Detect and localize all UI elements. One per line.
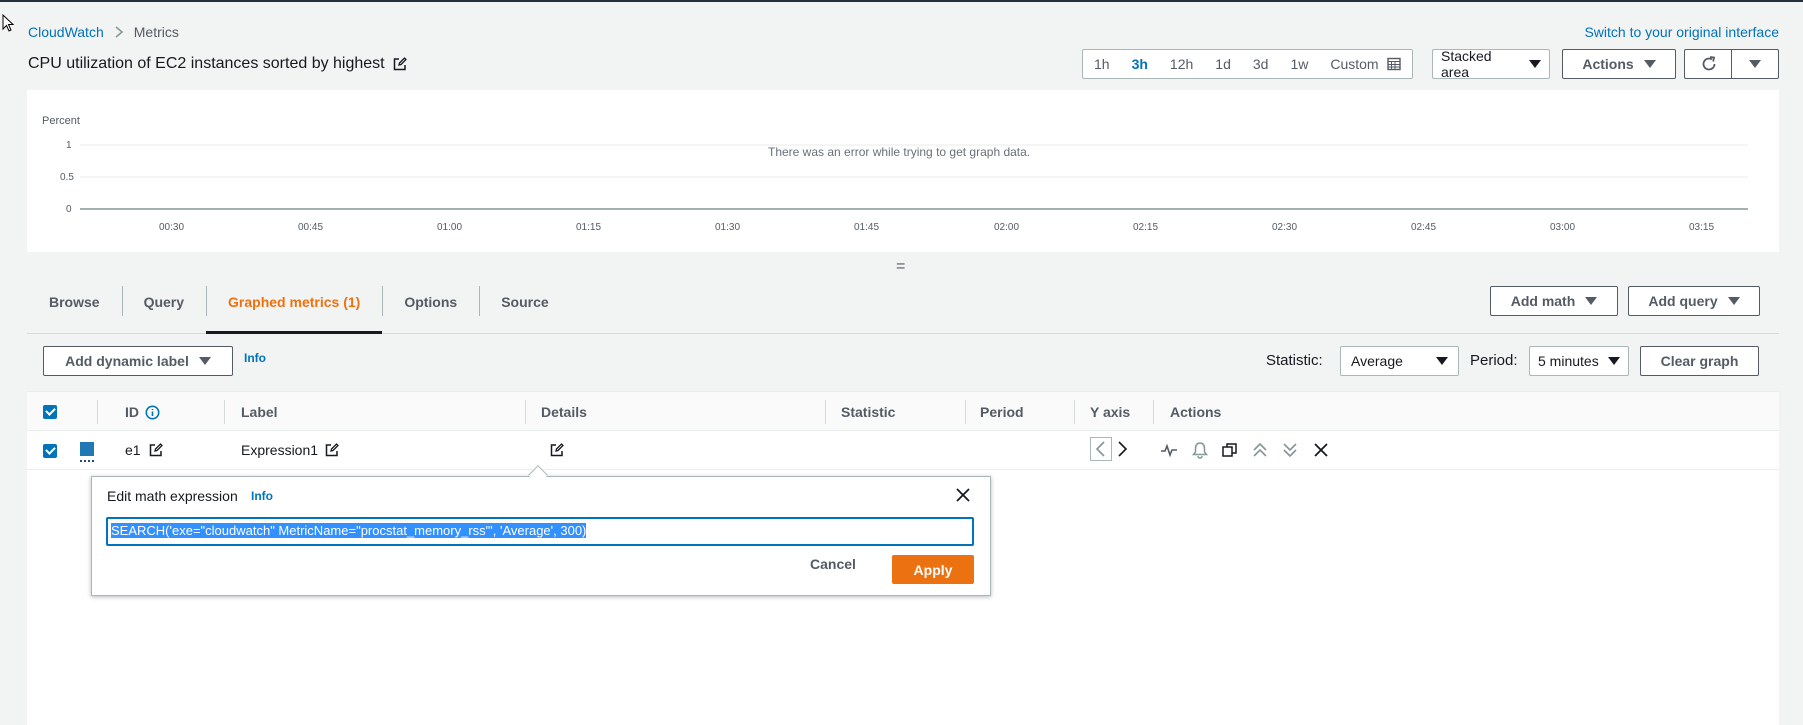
edit-details-icon[interactable]	[550, 443, 564, 457]
period-select[interactable]: 5 minutes	[1529, 346, 1629, 376]
column-header-period: Period	[980, 404, 1024, 420]
tab-graphed-metrics[interactable]: Graphed metrics (1)	[206, 272, 383, 334]
info-circle-icon[interactable]	[145, 405, 160, 420]
column-header-label: Label	[241, 404, 278, 420]
popover-title: Edit math expression	[107, 488, 238, 504]
x-tick-label: 01:00	[437, 222, 463, 233]
x-tick-label: 01:45	[854, 222, 880, 233]
column-divider	[1153, 400, 1154, 424]
duplicate-icon[interactable]	[1221, 441, 1239, 459]
column-header-actions: Actions	[1170, 404, 1222, 420]
add-query-button[interactable]: Add query	[1628, 286, 1760, 316]
caret-down-icon	[1608, 357, 1620, 365]
caret-down-icon	[198, 357, 211, 365]
caret-down-icon	[1585, 297, 1598, 305]
period-label: Period:	[1470, 352, 1518, 369]
row-label: Expression1	[241, 442, 319, 458]
tab-source[interactable]: Source	[479, 272, 570, 332]
add-query-label: Add query	[1648, 293, 1718, 309]
series-line-style-icon	[80, 460, 94, 462]
y-axis-left-icon[interactable]	[1090, 437, 1112, 461]
column-divider	[965, 400, 966, 424]
edit-label-icon[interactable]	[325, 443, 339, 457]
create-alarm-bell-icon[interactable]	[1191, 441, 1209, 459]
remove-metric-icon[interactable]	[1312, 441, 1330, 459]
x-tick-label: 01:30	[715, 222, 741, 233]
caret-down-icon	[1727, 297, 1740, 305]
select-all-checkbox[interactable]	[43, 405, 57, 419]
column-divider	[224, 400, 225, 424]
close-icon[interactable]	[955, 487, 971, 503]
y-tick-label: 0.5	[60, 172, 74, 183]
math-expression-text: SEARCH('exe="cloudwatch" MetricName="pro…	[111, 523, 587, 538]
metrics-table-header: ID Label Details Statistic Period Y axis…	[27, 391, 1779, 431]
column-divider	[525, 400, 526, 424]
row-checkbox[interactable]	[43, 444, 57, 458]
cancel-button[interactable]: Cancel	[810, 556, 856, 572]
tab-query[interactable]: Query	[121, 272, 206, 332]
graph-error-message: There was an error while trying to get g…	[768, 145, 1031, 159]
edit-id-icon[interactable]	[149, 443, 163, 457]
move-down-icon[interactable]	[1281, 441, 1299, 459]
add-dynamic-label-text: Add dynamic label	[65, 353, 189, 369]
tab-options[interactable]: Options	[382, 272, 479, 332]
math-expression-input[interactable]: SEARCH('exe="cloudwatch" MetricName="pro…	[106, 517, 974, 546]
column-divider	[825, 400, 826, 424]
column-header-details: Details	[541, 404, 587, 420]
x-tick-label: 02:45	[1411, 222, 1437, 233]
statistic-label: Statistic:	[1266, 352, 1323, 369]
caret-down-icon	[1436, 357, 1448, 365]
period-value: 5 minutes	[1538, 353, 1599, 369]
row-id: e1	[125, 442, 141, 458]
series-color-swatch[interactable]	[80, 442, 94, 456]
graph-axes	[80, 144, 1748, 210]
x-tick-label: 01:15	[576, 222, 602, 233]
column-divider	[1074, 400, 1075, 424]
dynamic-label-info-link[interactable]: Info	[244, 351, 266, 365]
x-tick-label: 00:30	[159, 222, 185, 233]
column-divider	[97, 400, 98, 424]
y-tick-label: 0	[66, 204, 72, 215]
x-tick-label: 02:15	[1133, 222, 1159, 233]
y-axis-unit-label: Percent	[42, 115, 80, 127]
column-header-y-axis: Y axis	[1090, 404, 1131, 420]
statistic-value: Average	[1351, 353, 1403, 369]
add-math-button[interactable]: Add math	[1490, 286, 1618, 316]
show-graph-icon[interactable]	[1160, 441, 1178, 459]
move-up-icon[interactable]	[1251, 441, 1269, 459]
popover-info-link[interactable]: Info	[251, 489, 273, 503]
table-row: e1 Expression1	[27, 431, 1779, 470]
add-dynamic-label-button[interactable]: Add dynamic label	[43, 346, 233, 376]
x-tick-label: 02:30	[1272, 222, 1298, 233]
apply-button[interactable]: Apply	[892, 555, 974, 584]
x-tick-label: 03:00	[1550, 222, 1576, 233]
add-math-label: Add math	[1510, 293, 1576, 309]
clear-graph-button[interactable]: Clear graph	[1640, 346, 1759, 376]
statistic-select[interactable]: Average	[1340, 346, 1459, 376]
x-tick-label: 02:00	[994, 222, 1020, 233]
x-tick-label: 00:45	[298, 222, 324, 233]
column-header-id: ID	[125, 404, 160, 420]
column-header-id-label: ID	[125, 404, 139, 420]
y-axis-right-icon[interactable]	[1116, 441, 1128, 457]
column-header-statistic: Statistic	[841, 404, 896, 420]
tab-browse[interactable]: Browse	[27, 272, 122, 332]
x-tick-label: 03:15	[1689, 222, 1715, 233]
y-tick-label: 1	[66, 140, 72, 151]
